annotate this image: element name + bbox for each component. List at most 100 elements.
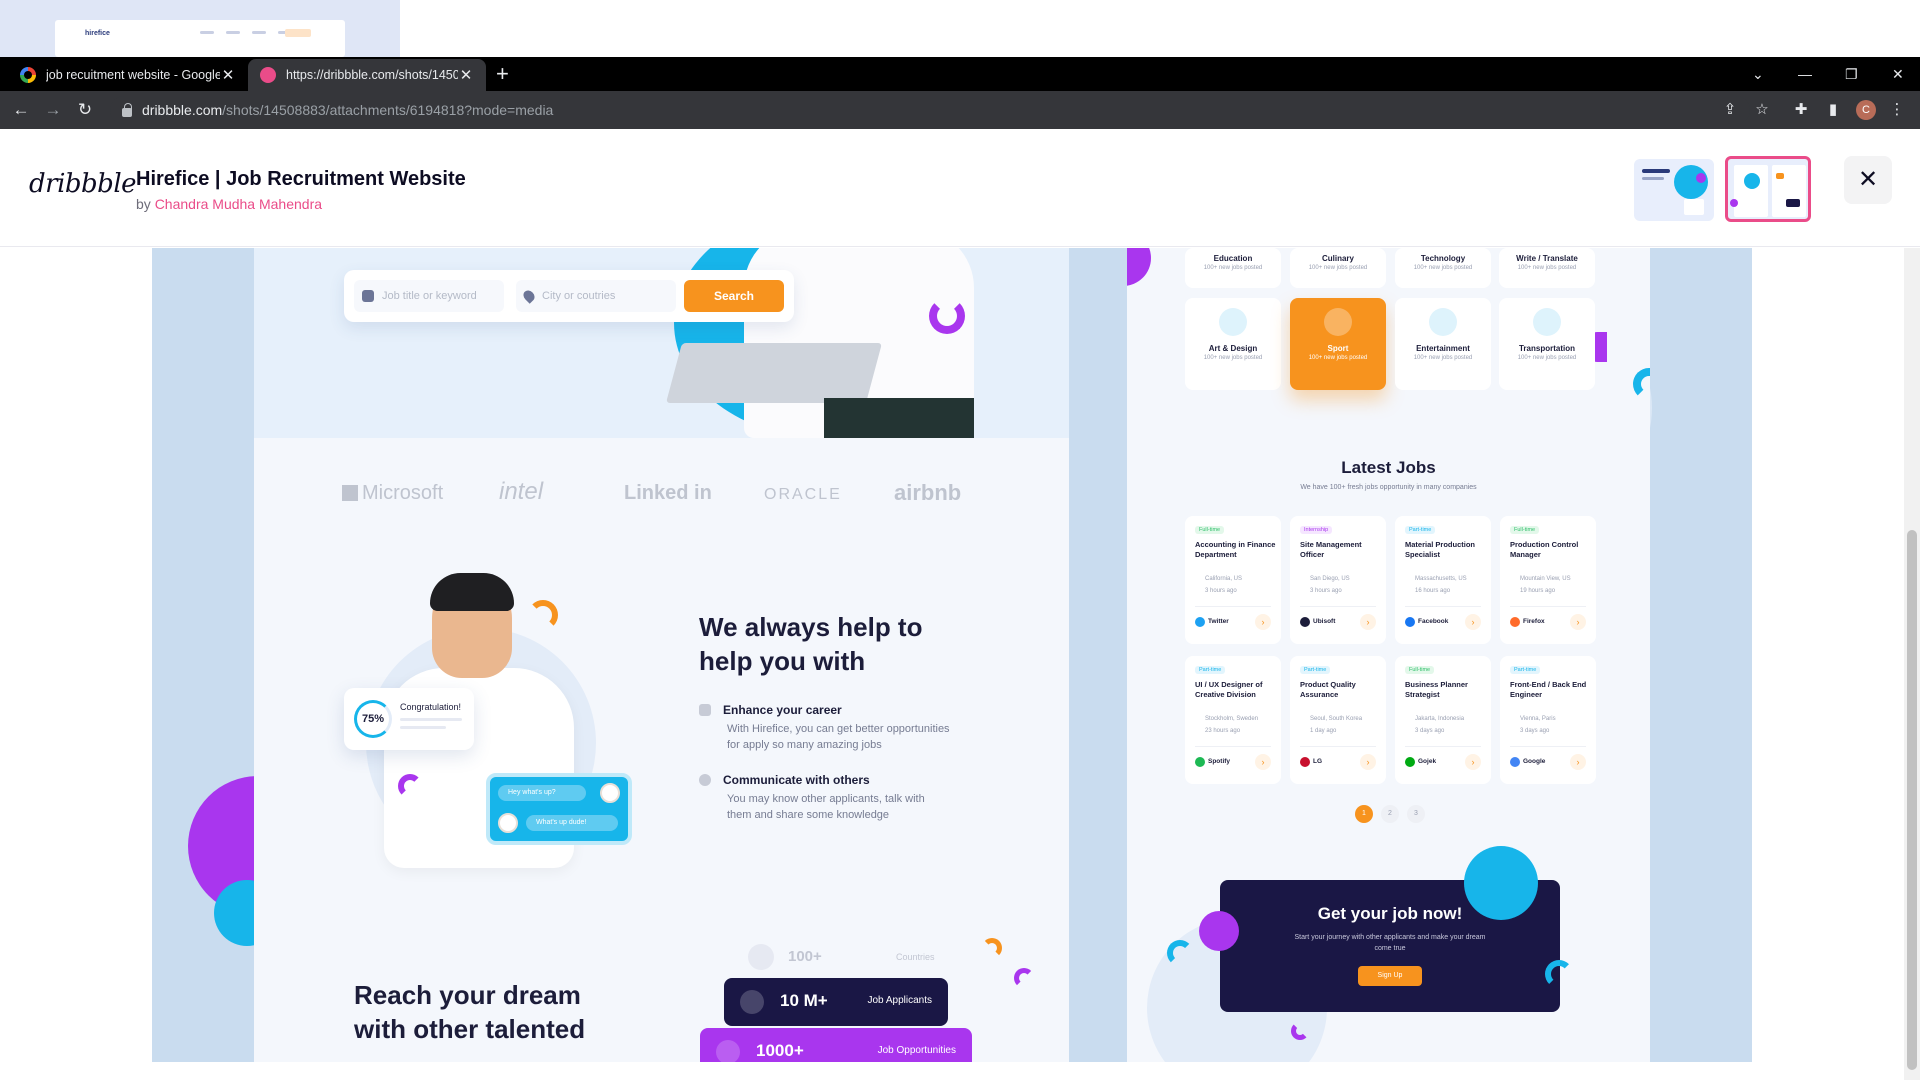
category-card-art-design[interactable]: Art & Design 100+ new jobs posted: [1185, 298, 1281, 390]
preview-logo: hirefice: [85, 30, 110, 37]
preview-thumbnail: hirefice: [0, 0, 400, 57]
reload-icon[interactable]: ↻: [74, 99, 96, 121]
arrow-right-icon[interactable]: ›: [1465, 754, 1481, 770]
job-location: California, US: [1205, 576, 1243, 582]
location-pin-icon: [521, 288, 537, 304]
category-card-technology[interactable]: Technology 100+ new jobs posted: [1395, 248, 1491, 288]
job-card[interactable]: Full-time Accounting in Finance Departmen…: [1185, 516, 1281, 644]
category-card-education[interactable]: Education 100+ new jobs posted: [1185, 248, 1281, 288]
job-card[interactable]: Full-time Business Planner Strategist Jaka…: [1395, 656, 1491, 784]
company-logo-icon: [1405, 757, 1415, 767]
category-card-write-translate[interactable]: Write / Translate 100+ new jobs posted: [1499, 248, 1595, 288]
job-location: San Diego, US: [1310, 576, 1350, 582]
scrollbar-thumb[interactable]: [1907, 530, 1917, 1070]
reach-heading: Reach your dream with other talented: [354, 980, 586, 1044]
close-shot-button[interactable]: ✕: [1844, 156, 1892, 204]
close-tab-icon[interactable]: ✕: [458, 66, 474, 84]
company-logo-icon: [1195, 617, 1205, 627]
back-arrow-icon[interactable]: ←: [10, 99, 32, 121]
search-button[interactable]: Search: [684, 280, 784, 312]
job-search-input[interactable]: Job title or keyword: [354, 280, 504, 312]
category-card-sport[interactable]: Sport 100+ new jobs posted: [1290, 298, 1386, 390]
job-card[interactable]: Internship Site Management Officer San Die…: [1290, 516, 1386, 644]
job-type-badge: Part-time: [1300, 666, 1331, 674]
shot-header: dribbble Hirefice | Job Recruitment Webs…: [0, 129, 1920, 247]
decor-purple-arc: [1014, 968, 1034, 988]
sign-up-button[interactable]: Sign Up: [1358, 966, 1422, 986]
job-title: Accounting in Finance Department: [1195, 540, 1276, 559]
arrow-right-icon[interactable]: ›: [1255, 614, 1271, 630]
job-posted-time: 3 days ago: [1520, 728, 1550, 734]
new-tab-button[interactable]: +: [496, 62, 509, 86]
tab-google-search[interactable]: job recuitment website - Google ✕: [8, 59, 248, 91]
category-card-transportation[interactable]: Transportation 100+ new jobs posted: [1499, 298, 1595, 390]
job-title: UI / UX Designer of Creative Division: [1195, 680, 1263, 699]
minimize-button[interactable]: —: [1798, 57, 1812, 91]
shot-author: by Chandra Mudha Mahendra: [136, 196, 323, 212]
job-card[interactable]: Part-time Product Quality Assurance Seoul,…: [1290, 656, 1386, 784]
restore-button[interactable]: ❐: [1845, 57, 1858, 91]
dribbble-logo[interactable]: dribbble: [29, 169, 137, 199]
url-input[interactable]: dribbble.com/shots/14508883/attachments/…: [110, 96, 1750, 124]
job-type-badge: Part-time: [1405, 526, 1436, 534]
tab-search-icon[interactable]: ⌄: [1752, 57, 1764, 91]
city-search-placeholder: City or coutries: [542, 290, 616, 302]
job-card[interactable]: Full-time Production Control Manager Mount…: [1500, 516, 1596, 644]
page-3-button[interactable]: 3: [1407, 805, 1425, 823]
side-panel-icon[interactable]: ▮: [1824, 101, 1842, 119]
attachment-thumbnail-2[interactable]: [1725, 156, 1811, 222]
microsoft-logo: Microsoft: [342, 482, 443, 505]
job-posted-time: 1 day ago: [1310, 728, 1337, 734]
decor-purple-arc: [929, 298, 965, 334]
category-card-entertainment[interactable]: Entertainment 100+ new jobs posted: [1395, 298, 1491, 390]
tab-title: job recuitment website - Google: [46, 68, 220, 82]
location-pin-icon: [748, 944, 774, 970]
page-1-button[interactable]: 1: [1355, 805, 1373, 823]
google-icon: [20, 67, 36, 83]
job-location: Jakarta, Indonesia: [1415, 716, 1465, 722]
arrow-right-icon[interactable]: ›: [1465, 614, 1481, 630]
company-name: Facebook: [1405, 617, 1448, 627]
company-logo-icon: [1195, 757, 1205, 767]
job-card[interactable]: Part-time UI / UX Designer of Creative Di…: [1185, 656, 1281, 784]
palette-icon: [1219, 308, 1247, 336]
menu-dots-icon[interactable]: ⋮: [1888, 101, 1906, 119]
arrow-right-icon[interactable]: ›: [1360, 754, 1376, 770]
share-icon[interactable]: ⇪: [1721, 101, 1739, 119]
decor-cyan-arc: [1167, 940, 1193, 966]
decor-cyan-arc: [1545, 960, 1573, 988]
company-logo-icon: [1300, 617, 1310, 627]
job-posted-time: 16 hours ago: [1415, 588, 1451, 594]
user-icon: [740, 990, 764, 1014]
arrow-right-icon[interactable]: ›: [1360, 614, 1376, 630]
close-window-button[interactable]: ✕: [1892, 57, 1904, 91]
profile-avatar[interactable]: C: [1856, 100, 1876, 120]
tab-dribbble[interactable]: https://dribbble.com/shots/1450 ✕: [248, 59, 486, 91]
airbnb-logo: airbnb: [894, 480, 962, 505]
job-location: Vienna, Paris: [1520, 716, 1556, 722]
company-name: Spotify: [1195, 757, 1230, 767]
job-card[interactable]: Part-time Front-End / Back End Engineer Vi…: [1500, 656, 1596, 784]
close-tab-icon[interactable]: ✕: [220, 66, 236, 84]
job-location: Stockholm, Sweden: [1205, 716, 1259, 722]
arrow-right-icon[interactable]: ›: [1255, 754, 1271, 770]
arrow-right-icon[interactable]: ›: [1570, 614, 1586, 630]
bookmark-star-icon[interactable]: ☆: [1753, 101, 1771, 119]
forward-arrow-icon[interactable]: →: [42, 99, 64, 121]
brand-logos-row: Microsoft intel Linked in ORACLE airbnb: [254, 476, 1069, 516]
author-link[interactable]: Chandra Mudha Mahendra: [155, 196, 322, 212]
company-name: LG: [1300, 757, 1322, 767]
extensions-icon[interactable]: ✚: [1792, 101, 1810, 119]
preview-page: hirefice: [55, 20, 345, 57]
page-2-button[interactable]: 2: [1381, 805, 1399, 823]
arrow-right-icon[interactable]: ›: [1570, 754, 1586, 770]
stat-countries: 100+ Countries: [724, 944, 984, 976]
category-card-culinary[interactable]: Culinary 100+ new jobs posted: [1290, 248, 1386, 288]
company-name: Firefox: [1510, 617, 1545, 627]
divider: [1510, 606, 1586, 607]
feature-title: Enhance your career: [723, 703, 842, 717]
job-title: Product Quality Assurance: [1300, 680, 1356, 699]
job-card[interactable]: Part-time Material Production Specialist M…: [1395, 516, 1491, 644]
city-search-input[interactable]: City or coutries: [516, 280, 676, 312]
attachment-thumbnail-1[interactable]: [1634, 159, 1714, 221]
